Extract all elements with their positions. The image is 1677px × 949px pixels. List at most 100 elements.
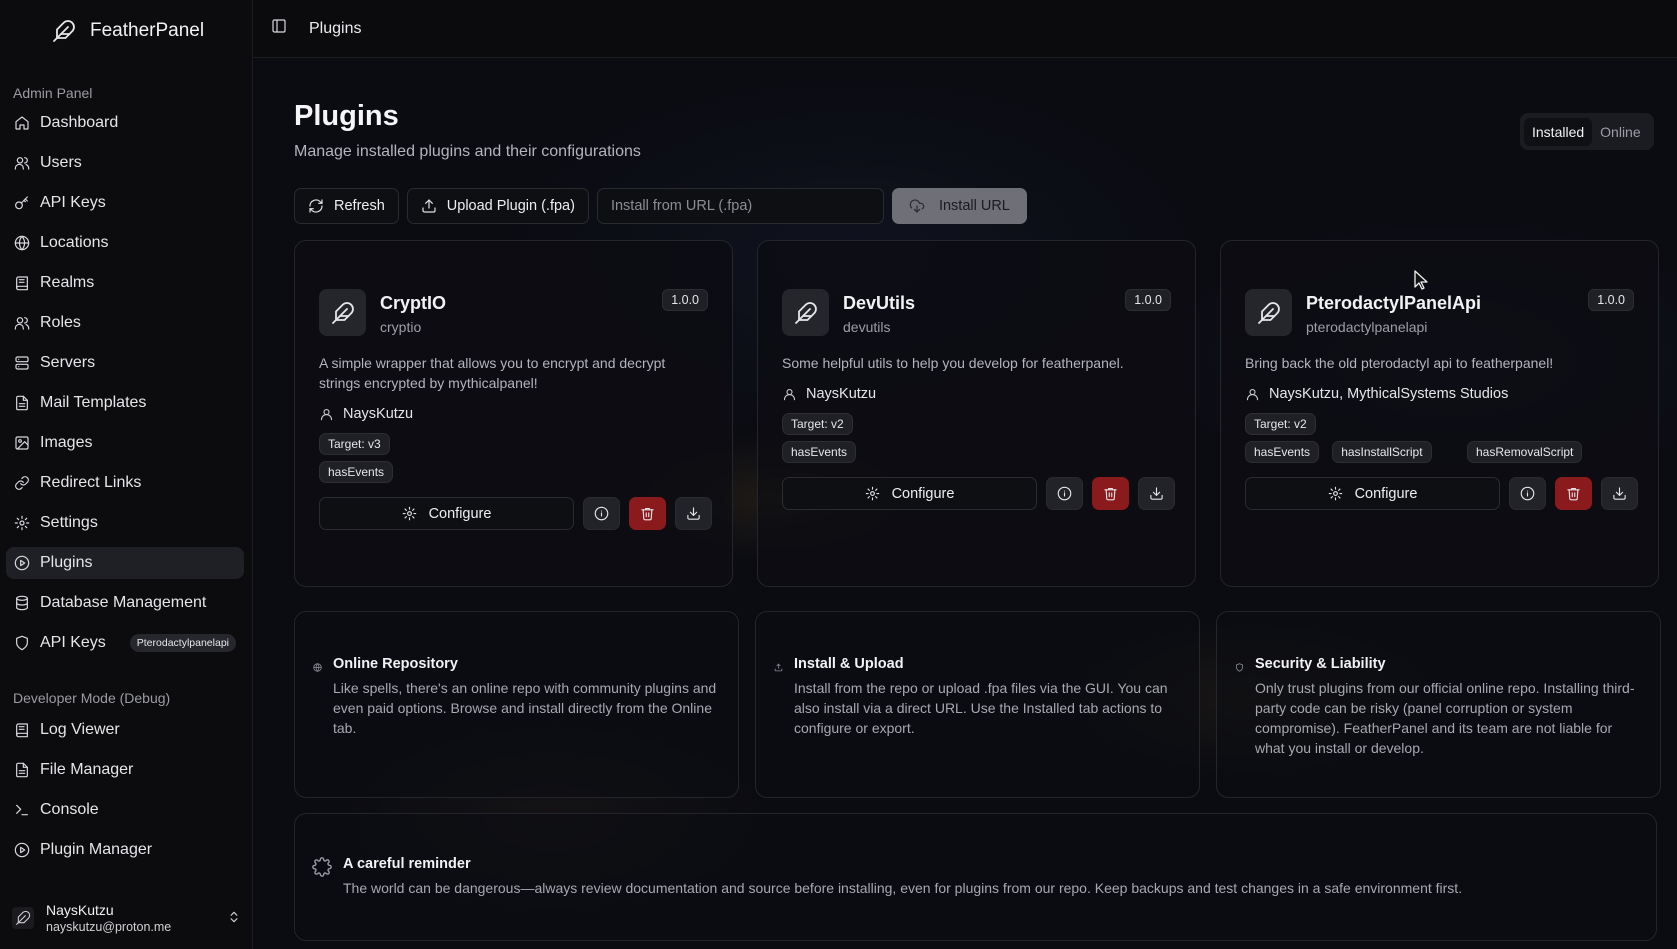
database-icon	[16, 595, 28, 611]
version-badge: 1.0.0	[662, 289, 708, 311]
app-name: FeatherPanel	[90, 20, 205, 41]
info-button[interactable]	[583, 497, 620, 530]
sidebar-item-file-manager[interactable]: File Manager	[6, 754, 244, 786]
export-button[interactable]	[1138, 477, 1175, 510]
plugin-actions: Configure	[782, 477, 1175, 510]
tab-online[interactable]: Online	[1592, 118, 1648, 146]
plugin-logo-icon	[319, 289, 366, 336]
delete-button[interactable]	[1092, 477, 1129, 510]
sidebar-item-servers[interactable]: Servers	[6, 347, 244, 379]
view-tabs: Installed Online	[1520, 113, 1654, 150]
users-icon	[14, 317, 30, 330]
sidebar-item-log-viewer[interactable]: Log Viewer	[6, 714, 244, 746]
sidebar-item-console[interactable]: Console	[6, 794, 244, 826]
delete-button[interactable]	[1555, 477, 1592, 510]
plugin-slug: pterodactylpanelapi	[1306, 319, 1428, 335]
upload-plugin-button[interactable]: Upload Plugin (.fpa)	[406, 188, 589, 224]
sidebar-item-label: Settings	[40, 514, 98, 531]
page-subtitle: Manage installed plugins and their confi…	[294, 143, 641, 160]
sidebar-item-plugin-manager[interactable]: Plugin Manager	[6, 834, 244, 866]
developer-mode-label: Developer Mode (Debug)	[13, 690, 171, 706]
book-icon	[16, 276, 28, 291]
info-card: Security & Liability Only trust plugins f…	[1216, 611, 1661, 798]
configure-button[interactable]: Configure	[1245, 477, 1500, 510]
sidebar-item-database-management[interactable]: Database Management	[6, 587, 244, 619]
users-icon	[14, 157, 30, 170]
sidebar-item-mail-templates[interactable]: Mail Templates	[6, 387, 244, 419]
plugin-slug: devutils	[843, 319, 891, 335]
shield-icon	[16, 635, 28, 651]
target-badge: Target: v2	[782, 413, 853, 435]
plug-icon	[14, 555, 30, 571]
sidebar-item-label: File Manager	[40, 761, 134, 778]
trash-icon	[1567, 487, 1580, 501]
install-url-input[interactable]	[596, 188, 884, 224]
brand[interactable]: FeatherPanel	[0, 0, 252, 62]
main-content: Plugins Manage installed plugins and the…	[253, 58, 1677, 949]
sidebar-item-label: Dashboard	[40, 114, 119, 131]
plugin-description: A simple wrapper that allows you to encr…	[319, 355, 666, 391]
sidebar-item-redirect-links[interactable]: Redirect Links	[6, 467, 244, 499]
plugin-description: Bring back the old pterodactyl api to fe…	[1245, 355, 1554, 371]
sidebar-item-images[interactable]: Images	[6, 427, 244, 459]
reminder-card: A careful reminder The world can be dang…	[294, 813, 1657, 941]
play-circle-icon	[14, 842, 30, 858]
sidebar-item-label: Redirect Links	[40, 474, 142, 491]
gear-icon	[402, 506, 416, 521]
user-menu[interactable]: NaysKutzu nayskutzu@proton.me	[0, 887, 253, 949]
sidebar-item-label: Realms	[40, 274, 95, 291]
flag-badge: hasRemovalScript	[1467, 441, 1583, 463]
plugin-name: CryptIO	[380, 293, 447, 313]
download-icon	[1150, 487, 1163, 500]
sidebar-item-locations[interactable]: Locations	[6, 227, 244, 259]
sidebar-item-realms[interactable]: Realms	[6, 267, 244, 299]
sidebar-item-api-keys[interactable]: API Keys Pterodactylpanelapi	[6, 627, 244, 659]
sidebar-item-api-keys[interactable]: API Keys	[6, 187, 244, 219]
sidebar-item-settings[interactable]: Settings	[6, 507, 244, 539]
target-badge: Target: v2	[1245, 413, 1316, 435]
target-badge: Target: v3	[319, 433, 390, 455]
author-name: NaysKutzu	[806, 386, 877, 402]
puzzle-icon	[312, 857, 332, 882]
admin-nav: Dashboard Users API Keys Locations Realms Rol…	[0, 107, 252, 659]
configure-button[interactable]: Configure	[782, 477, 1037, 510]
plugin-author: NaysKutzu, MythicalSystems Studios	[1245, 386, 1508, 402]
author-name: NaysKutzu, MythicalSystems Studios	[1269, 386, 1509, 402]
delete-button[interactable]	[629, 497, 666, 530]
book-icon	[16, 723, 28, 738]
info-button[interactable]	[1509, 477, 1546, 510]
author-name: NaysKutzu	[343, 406, 414, 422]
sidebar-item-users[interactable]: Users	[6, 147, 244, 179]
mouse-cursor-icon	[1413, 270, 1431, 295]
info-button[interactable]	[1046, 477, 1083, 510]
gear-icon	[865, 486, 879, 501]
server-icon	[15, 356, 29, 370]
sidebar-item-roles[interactable]: Roles	[6, 307, 244, 339]
plugin-cards: CryptIO cryptio 1.0.0 A simple wrapper that…	[294, 240, 1659, 587]
feather-logo-icon	[52, 19, 76, 43]
info-icon	[1057, 486, 1072, 501]
sidebar-toggle-icon[interactable]	[271, 18, 287, 39]
sidebar-item-label: Mail Templates	[40, 394, 147, 411]
refresh-icon	[309, 199, 323, 213]
sidebar-item-label: Locations	[40, 234, 109, 251]
export-button[interactable]	[1601, 477, 1638, 510]
export-button[interactable]	[675, 497, 712, 530]
tab-installed[interactable]: Installed	[1524, 117, 1593, 146]
configure-label: Configure	[428, 505, 492, 522]
install-url-button[interactable]: Install URL	[891, 188, 1027, 224]
sidebar-item-dashboard[interactable]: Dashboard	[6, 107, 244, 139]
sidebar-item-plugins[interactable]: Plugins	[6, 547, 244, 579]
user-icon	[320, 408, 333, 420]
admin-panel-label: Admin Panel	[13, 85, 93, 101]
toolbar: Refresh Upload Plugin (.fpa) Install URL	[294, 188, 1027, 224]
refresh-button[interactable]: Refresh	[294, 188, 399, 224]
info-icon	[1520, 486, 1535, 501]
configure-button[interactable]: Configure	[319, 497, 574, 530]
image-icon	[15, 436, 29, 450]
terminal-icon	[16, 804, 28, 816]
download-icon	[1613, 487, 1626, 500]
gear-icon	[14, 515, 30, 531]
sidebar-item-label: Log Viewer	[40, 721, 120, 738]
cloud-download-icon	[909, 199, 925, 213]
